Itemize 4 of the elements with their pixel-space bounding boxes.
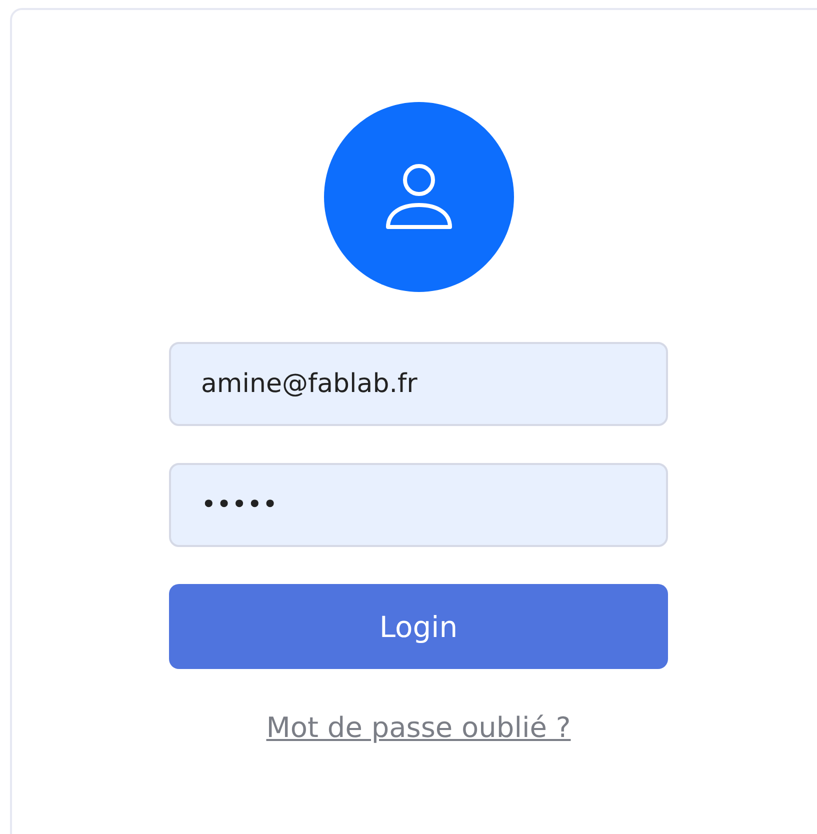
password-field[interactable]: •••••: [169, 463, 668, 547]
forgot-password-link[interactable]: Mot de passe oublié ?: [266, 711, 571, 744]
login-button[interactable]: Login: [169, 584, 668, 669]
email-field[interactable]: amine@fablab.fr: [169, 342, 668, 426]
